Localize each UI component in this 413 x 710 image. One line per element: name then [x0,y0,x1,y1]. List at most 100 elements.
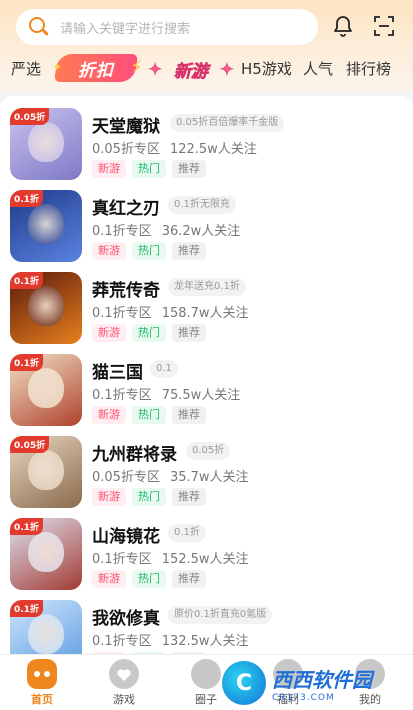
category-tabs: 严选 ✦ 折扣 ⚡ ✦ 新游 ✦ H5游戏 人气 排行榜 [0,52,413,86]
tag-hot: 热门 [132,406,166,424]
tab-strict[interactable]: 严选 [11,58,41,79]
game-list-item[interactable]: 0.1折 莽荒传奇 龙年送充0.1折 0.1折专区 158.7w人关注 新游 热门… [0,264,413,346]
nav-home-label: 首页 [31,693,53,706]
follower-count: 152.5w人关注 [161,552,249,567]
game-list-item[interactable]: 0.1折 山海镜花 0.1折 0.1折专区 152.5w人关注 新游 热门 推荐 [0,510,413,592]
discount-zone: 0.05折专区 [92,470,160,485]
game-name: 山海镜花 [92,527,160,547]
scan-icon[interactable] [372,14,396,38]
sparkle-icon: ✦ [219,60,234,81]
nav-games[interactable]: 游戏 [94,659,154,707]
tag-recommend: 推荐 [172,160,206,178]
discount-badge: 0.05折 [10,436,50,453]
game-name: 莽荒传奇 [92,281,160,301]
tag-hot: 热门 [132,324,166,342]
game-name: 我欲修真 [92,609,160,629]
tag-new: 新游 [92,570,126,588]
search-icon [28,16,50,38]
discount-zone: 0.1折专区 [92,634,152,649]
tag-recommend: 推荐 [172,324,206,342]
discount-zone: 0.1折专区 [92,224,152,239]
tab-newgame-label: 新游 [174,61,209,82]
game-list-item[interactable]: 0.1折 猫三国 0.1 0.1折专区 75.5w人关注 新游 热门 推荐 [0,346,413,428]
game-meta: 0.05折专区 122.5w人关注 [92,138,257,157]
search-bar[interactable]: 请输入关键字进行搜索 [16,9,318,45]
game-meta: 0.1折专区 132.5w人关注 [92,630,249,649]
promo-label: 0.05折 [186,442,231,460]
game-name: 猫三国 [92,363,143,383]
sparkle-icon: ✦ [148,60,163,81]
tag-hot: 热门 [132,570,166,588]
tag-recommend: 推荐 [172,570,206,588]
nav-games-label: 游戏 [113,693,135,706]
promo-label: 0.1折无限充 [168,196,236,214]
promo-label: 0.1 [150,360,178,378]
discount-zone: 0.05折专区 [92,142,160,157]
game-meta: 0.1折专区 36.2w人关注 [92,220,240,239]
nav-home[interactable]: 首页 [12,659,72,707]
tab-popular[interactable]: 人气 [303,58,333,79]
game-list-item[interactable]: 0.05折 九州群将录 0.05折 0.05折专区 35.7w人关注 新游 热门 … [0,428,413,510]
promo-label: 龙年送充0.1折 [168,278,246,296]
discount-badge: 0.1折 [10,190,43,207]
game-list: 0.05折 天堂魔狱 0.05折百倍爆率千金版 0.05折专区 122.5w人关注… [0,96,413,672]
game-thumbnail[interactable]: 0.1折 [10,518,82,590]
tag-hot: 热门 [132,160,166,178]
tag-recommend: 推荐 [172,488,206,506]
follower-count: 132.5w人关注 [161,634,249,649]
promo-label: 0.05折百倍爆率千金版 [170,114,285,132]
game-name: 天堂魔狱 [92,117,160,137]
follower-count: 122.5w人关注 [169,142,257,157]
discount-badge: 0.1折 [10,354,43,371]
game-meta: 0.1折专区 75.5w人关注 [92,384,240,403]
game-thumbnail[interactable]: 0.1折 [10,272,82,344]
tag-recommend: 推荐 [172,242,206,260]
game-list-item[interactable]: 0.05折 天堂魔狱 0.05折百倍爆率千金版 0.05折专区 122.5w人关注… [0,100,413,182]
game-list-item[interactable]: 0.1折 真红之刃 0.1折无限充 0.1折专区 36.2w人关注 新游 热门 推… [0,182,413,264]
discount-badge: 0.1折 [10,518,43,535]
game-thumbnail[interactable]: 0.1折 [10,354,82,426]
game-name: 真红之刃 [92,199,160,219]
heart-icon [109,659,139,689]
tab-discount[interactable]: ✦ 折扣 ⚡ [52,54,144,82]
game-thumbnail[interactable]: 0.1折 [10,190,82,262]
follower-count: 158.7w人关注 [161,306,249,321]
watermark: C 西西软件园 CR173.COM [222,660,412,706]
watermark-title: 西西软件园 [272,667,372,692]
watermark-logo: C [222,661,266,705]
game-meta: 0.05折专区 35.7w人关注 [92,466,249,485]
gamepad-icon [27,659,57,689]
game-meta: 0.1折专区 152.5w人关注 [92,548,249,567]
tag-new: 新游 [92,406,126,424]
community-icon [191,659,221,689]
game-meta: 0.1折专区 158.7w人关注 [92,302,249,321]
follower-count: 75.5w人关注 [161,388,241,403]
tab-h5[interactable]: H5游戏 [241,58,292,79]
watermark-subtitle: CR173.COM [272,692,335,703]
tag-hot: 热门 [132,488,166,506]
tag-new: 新游 [92,242,126,260]
discount-zone: 0.1折专区 [92,388,152,403]
game-name: 九州群将录 [92,445,177,465]
follower-count: 36.2w人关注 [161,224,241,239]
tag-recommend: 推荐 [172,406,206,424]
tab-discount-label: 折扣 [78,60,114,81]
discount-zone: 0.1折专区 [92,306,152,321]
tag-new: 新游 [92,324,126,342]
search-placeholder: 请输入关键字进行搜索 [60,21,191,37]
tag-hot: 热门 [132,242,166,260]
star-icon: ✦ [52,60,64,74]
discount-badge: 0.1折 [10,272,43,289]
game-thumbnail[interactable]: 0.05折 [10,436,82,508]
bell-icon[interactable] [331,14,355,38]
game-thumbnail[interactable]: 0.05折 [10,108,82,180]
tab-ranking[interactable]: 排行榜 [346,58,391,79]
promo-label: 原价0.1折直充0氪版 [168,606,273,624]
discount-zone: 0.1折专区 [92,552,152,567]
follower-count: 35.7w人关注 [169,470,249,485]
discount-badge: 0.1折 [10,600,43,617]
discount-badge: 0.05折 [10,108,50,125]
tag-new: 新游 [92,488,126,506]
tab-newgame[interactable]: ✦ 新游 ✦ [148,56,235,82]
tag-new: 新游 [92,160,126,178]
